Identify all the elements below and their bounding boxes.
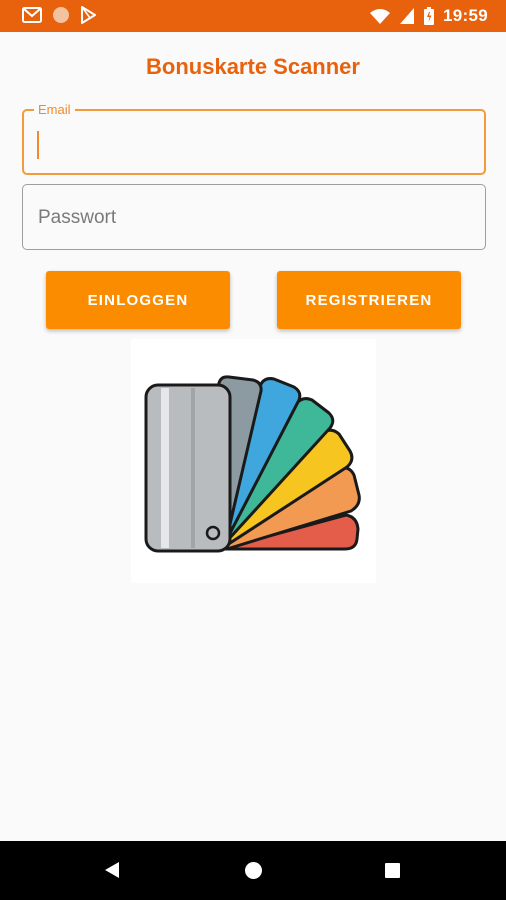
password-field[interactable] xyxy=(22,184,486,251)
signal-icon xyxy=(400,8,415,24)
home-icon[interactable] xyxy=(245,862,262,879)
swatch-front xyxy=(144,383,232,553)
back-icon[interactable] xyxy=(104,861,120,879)
email-field[interactable]: Email xyxy=(22,102,486,177)
status-bar: 19:59 xyxy=(0,0,506,32)
login-button[interactable]: EINLOGGEN xyxy=(46,271,230,329)
circle-icon xyxy=(53,7,69,23)
play-store-icon xyxy=(81,6,96,24)
register-button[interactable]: REGISTRIEREN xyxy=(277,271,461,329)
email-input[interactable] xyxy=(37,111,471,177)
gmail-icon xyxy=(22,7,42,23)
system-icons: 19:59 xyxy=(369,6,488,26)
wifi-icon xyxy=(370,9,391,24)
password-input[interactable] xyxy=(36,185,470,251)
notification-icons xyxy=(22,6,96,24)
color-swatch-illustration xyxy=(131,339,376,583)
color-swatch-fan-icon xyxy=(144,375,361,553)
navigation-bar xyxy=(0,841,506,900)
page-title: Bonuskarte Scanner xyxy=(146,54,360,79)
recents-icon[interactable] xyxy=(385,863,400,878)
battery-icon xyxy=(424,7,435,25)
status-time: 19:59 xyxy=(443,6,488,25)
